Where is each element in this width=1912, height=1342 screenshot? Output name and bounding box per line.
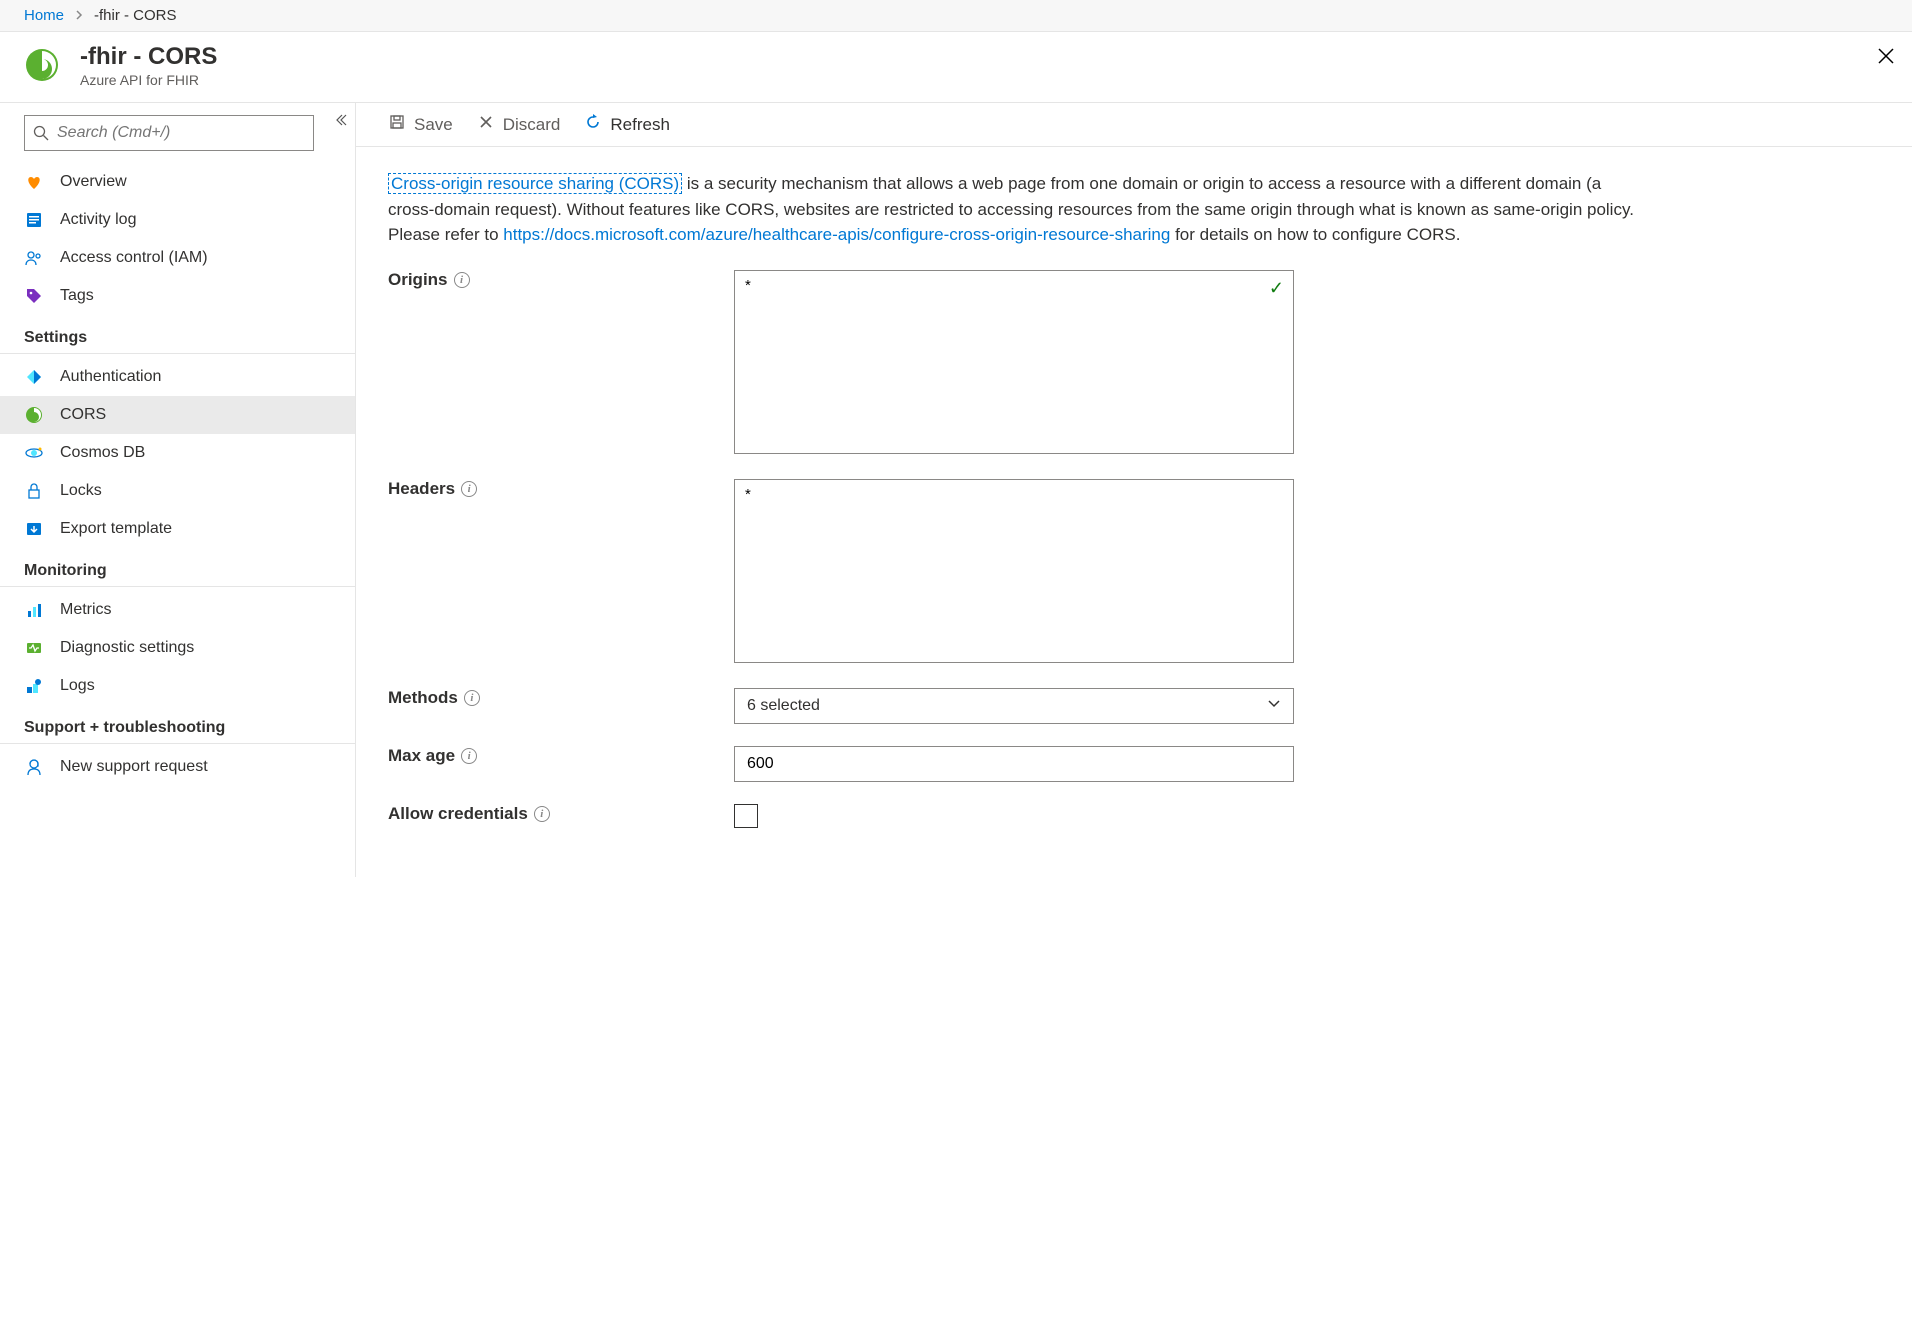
sidebar-item-label: Activity log [60, 211, 136, 229]
fhir-resource-icon [24, 47, 60, 83]
checkmark-icon: ✓ [1269, 278, 1284, 299]
search-icon [33, 125, 49, 141]
sidebar-item-label: New support request [60, 758, 208, 776]
sidebar-item-label: Diagnostic settings [60, 639, 194, 657]
sidebar-item-cosmos-db[interactable]: Cosmos DB [0, 434, 355, 472]
lock-icon [24, 482, 44, 500]
save-icon [388, 113, 406, 136]
sidebar-item-label: Logs [60, 677, 95, 695]
sidebar-item-label: Locks [60, 482, 102, 500]
breadcrumb: Home -fhir - CORS [0, 0, 1912, 32]
refresh-button-label: Refresh [610, 115, 670, 135]
auth-icon [24, 368, 44, 386]
discard-button-label: Discard [503, 115, 561, 135]
sidebar-item-overview[interactable]: Overview [0, 163, 355, 201]
cors-icon [24, 406, 44, 424]
sidebar-item-logs[interactable]: Logs [0, 667, 355, 705]
sidebar-item-label: CORS [60, 406, 106, 424]
methods-label: Methods i [388, 688, 734, 708]
methods-dropdown[interactable]: 6 selected [734, 688, 1294, 724]
sidebar-search-field[interactable] [57, 124, 305, 142]
log-icon [24, 211, 44, 229]
cors-docs-link[interactable]: https://docs.microsoft.com/azure/healthc… [503, 225, 1170, 244]
info-icon[interactable]: i [534, 806, 550, 822]
save-button-label: Save [414, 115, 453, 135]
maxage-label: Max age i [388, 746, 734, 766]
allowcredentials-label: Allow credentials i [388, 804, 734, 824]
sidebar-item-metrics[interactable]: Metrics [0, 591, 355, 629]
sidebar-item-label: Overview [60, 173, 127, 191]
diagnostic-icon [24, 639, 44, 657]
metrics-icon [24, 601, 44, 619]
sidebar-item-label: Export template [60, 520, 172, 538]
sidebar-item-label: Authentication [60, 368, 161, 386]
sidebar-section-monitoring: Monitoring [0, 548, 355, 587]
content-area: Save Discard Refresh Cross-origin resour… [356, 103, 1912, 877]
sidebar-item-activity-log[interactable]: Activity log [0, 201, 355, 239]
info-icon[interactable]: i [461, 481, 477, 497]
close-button[interactable] [1876, 46, 1896, 69]
chevron-down-icon [1267, 696, 1281, 715]
heart-icon [24, 173, 44, 191]
sidebar-section-support: Support + troubleshooting [0, 705, 355, 744]
sidebar-item-locks[interactable]: Locks [0, 472, 355, 510]
breadcrumb-current: -fhir - CORS [94, 7, 177, 24]
maxage-input[interactable] [734, 746, 1294, 782]
export-icon [24, 520, 44, 538]
sidebar-item-export-template[interactable]: Export template [0, 510, 355, 548]
sidebar-item-access-control[interactable]: Access control (IAM) [0, 239, 355, 277]
info-icon[interactable]: i [461, 748, 477, 764]
sidebar-item-diagnostic-settings[interactable]: Diagnostic settings [0, 629, 355, 667]
logs-icon [24, 677, 44, 695]
info-icon[interactable]: i [464, 690, 480, 706]
cors-definition-link[interactable]: Cross-origin resource sharing (CORS) [388, 173, 682, 194]
breadcrumb-home-link[interactable]: Home [24, 7, 64, 24]
page-subtitle: Azure API for FHIR [80, 72, 217, 88]
support-icon [24, 758, 44, 776]
headers-input[interactable] [734, 479, 1294, 663]
save-button[interactable]: Save [388, 113, 453, 136]
chevron-right-icon [74, 7, 84, 24]
sidebar-item-label: Metrics [60, 601, 112, 619]
sidebar-item-label: Access control (IAM) [60, 249, 208, 267]
sidebar-section-settings: Settings [0, 315, 355, 354]
discard-button[interactable]: Discard [477, 113, 561, 136]
command-bar: Save Discard Refresh [356, 103, 1912, 147]
sidebar: Overview Activity log Access control (IA… [0, 103, 356, 877]
intro-text: Cross-origin resource sharing (CORS) is … [388, 171, 1644, 248]
cosmos-icon [24, 444, 44, 462]
refresh-icon [584, 113, 602, 136]
sidebar-search-input[interactable] [24, 115, 314, 151]
origins-label: Origins i [388, 270, 734, 290]
sidebar-item-new-support-request[interactable]: New support request [0, 748, 355, 786]
page-title: -fhir - CORS [80, 42, 217, 72]
info-icon[interactable]: i [454, 272, 470, 288]
sidebar-item-label: Tags [60, 287, 94, 305]
sidebar-collapse-button[interactable] [333, 113, 347, 130]
refresh-button[interactable]: Refresh [584, 113, 670, 136]
sidebar-item-authentication[interactable]: Authentication [0, 358, 355, 396]
sidebar-item-label: Cosmos DB [60, 444, 145, 462]
methods-dropdown-value: 6 selected [747, 697, 820, 715]
tag-icon [24, 287, 44, 305]
allowcredentials-checkbox[interactable] [734, 804, 758, 828]
origins-input[interactable] [734, 270, 1294, 454]
discard-icon [477, 113, 495, 136]
people-icon [24, 249, 44, 267]
headers-label: Headers i [388, 479, 734, 499]
page-header: -fhir - CORS Azure API for FHIR [0, 32, 1912, 103]
sidebar-item-tags[interactable]: Tags [0, 277, 355, 315]
sidebar-item-cors[interactable]: CORS [0, 396, 355, 434]
